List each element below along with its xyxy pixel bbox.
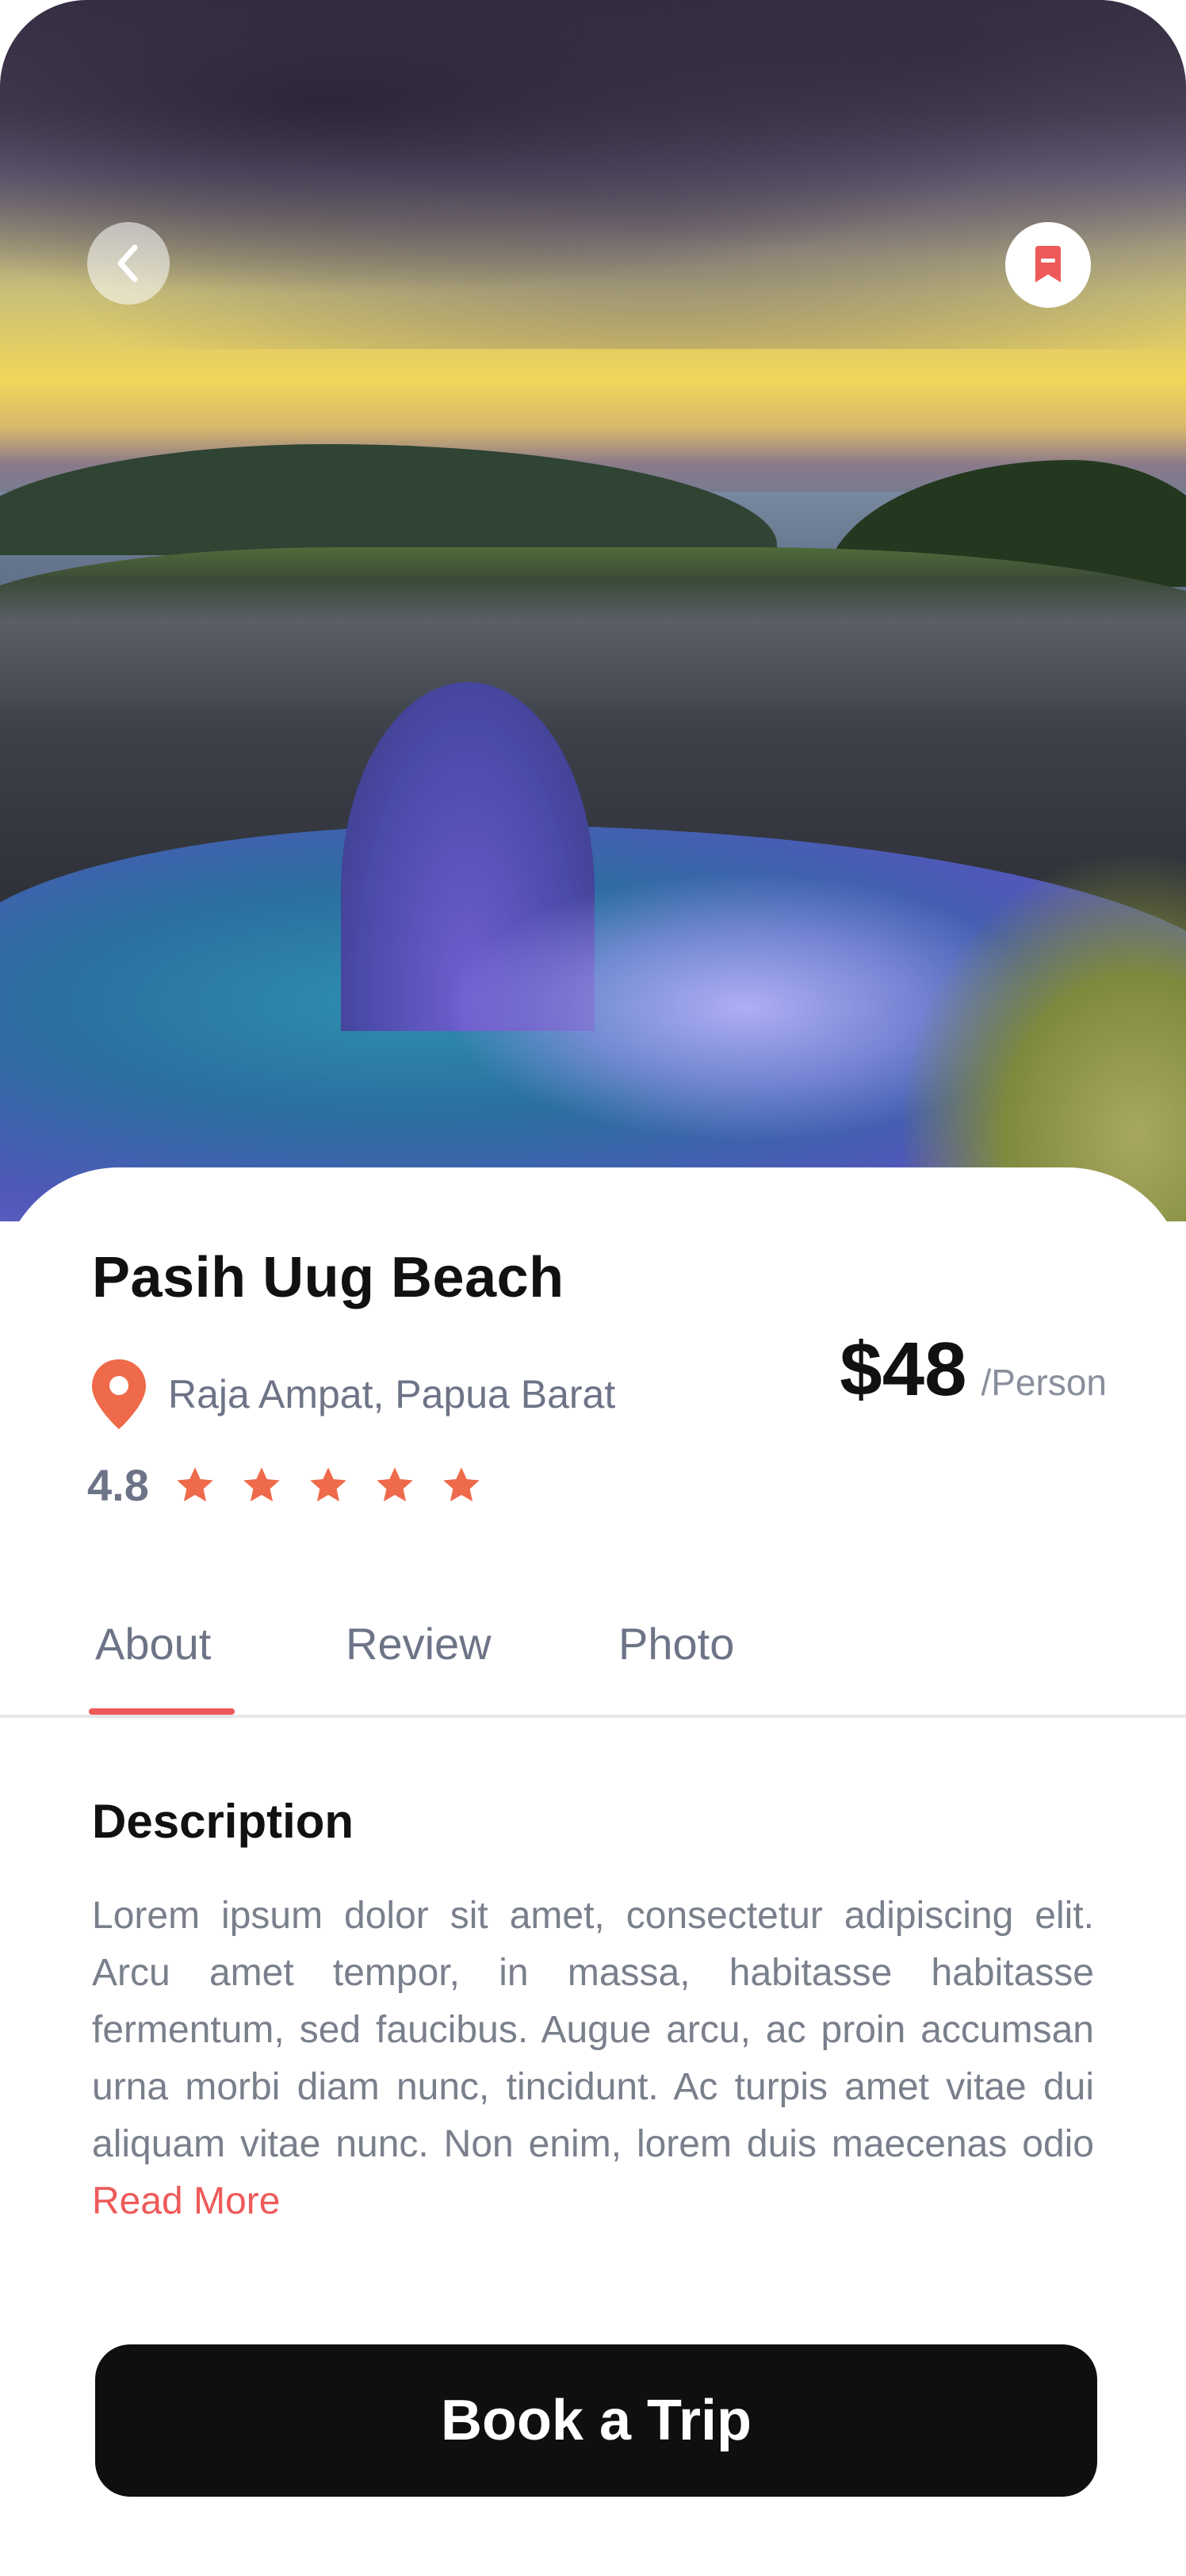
- rating-row: 4.8: [87, 1459, 482, 1511]
- price-block: $48 /Person: [840, 1326, 1107, 1413]
- star-icon: [443, 1466, 480, 1501]
- hero-island-left: [0, 444, 777, 555]
- tab-review[interactable]: Review: [346, 1618, 492, 1669]
- tab-bar: About Review Photo: [0, 1610, 1186, 1718]
- location-row: Raja Ampat, Papua Barat: [89, 1356, 615, 1432]
- bookmark-icon: [1035, 246, 1061, 282]
- star-rating: [174, 1465, 482, 1506]
- bookmark-button[interactable]: [1005, 222, 1091, 308]
- price-value: $48: [840, 1327, 967, 1412]
- hero-grass: [904, 857, 1186, 1221]
- star-icon: [177, 1466, 213, 1501]
- place-title: Pasih Uug Beach: [92, 1246, 564, 1309]
- read-more-link[interactable]: Read More: [92, 2180, 280, 2222]
- rating-value: 4.8: [87, 1460, 149, 1510]
- book-trip-label: Book a Trip: [440, 2389, 752, 2452]
- trip-detail-screen: Pasih Uug Beach Raja Ampat, Papua Barat …: [0, 0, 1186, 2576]
- description-text: Lorem ipsum dolor sit amet, consectetur …: [92, 1888, 1094, 2230]
- description-body: Lorem ipsum dolor sit amet, consectetur …: [92, 1895, 1094, 2165]
- back-button[interactable]: [87, 222, 170, 305]
- star-icon: [243, 1466, 280, 1501]
- tab-photo[interactable]: Photo: [618, 1618, 734, 1669]
- location-text: Raja Ampat, Papua Barat: [168, 1372, 616, 1416]
- active-tab-indicator: [89, 1708, 235, 1715]
- hero-clouds: [0, 0, 1186, 349]
- star-icon: [377, 1466, 413, 1501]
- chevron-left-icon: [117, 244, 138, 282]
- map-pin-icon: [89, 1356, 149, 1432]
- book-trip-button[interactable]: Book a Trip: [95, 2344, 1097, 2497]
- hero-image: [0, 0, 1186, 1221]
- tab-about[interactable]: About: [95, 1618, 211, 1669]
- price-unit: /Person: [981, 1362, 1107, 1403]
- star-icon: [310, 1466, 346, 1501]
- description-heading: Description: [92, 1795, 354, 1848]
